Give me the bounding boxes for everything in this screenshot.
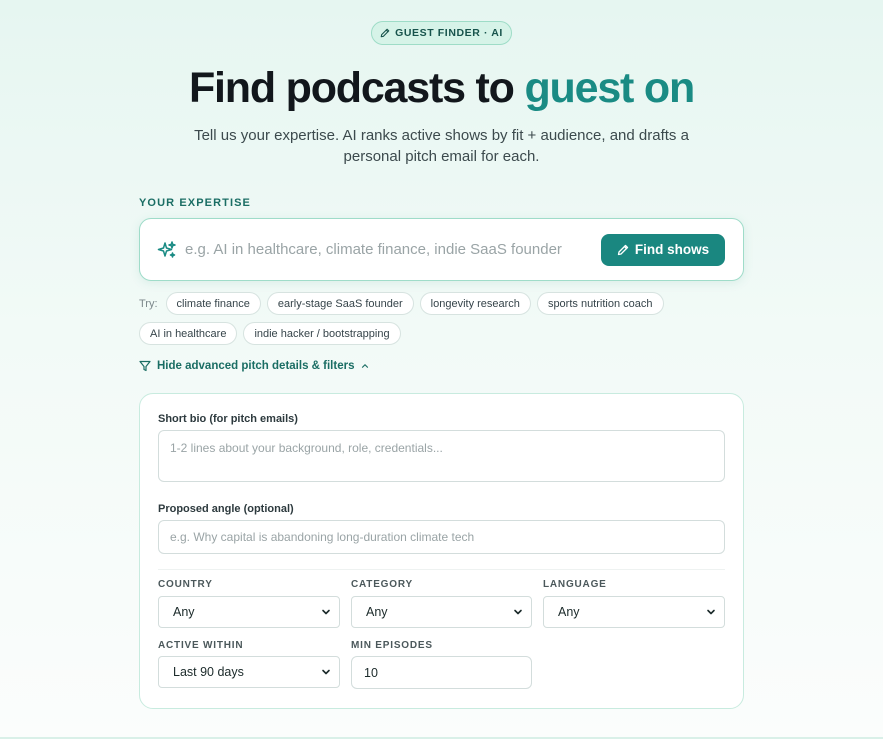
- try-label: Try:: [139, 297, 158, 310]
- category-select[interactable]: Any: [351, 596, 532, 628]
- expertise-input[interactable]: [185, 241, 601, 258]
- language-label: LANGUAGE: [543, 579, 607, 590]
- angle-label: Proposed angle (optional): [158, 503, 294, 515]
- pencil-icon: [380, 28, 390, 38]
- min-episodes-label: MIN EPISODES: [351, 640, 433, 651]
- country-select[interactable]: Any: [158, 596, 340, 628]
- title-main: Find podcasts to: [188, 64, 525, 112]
- bio-textarea[interactable]: [158, 430, 725, 482]
- category-label: CATEGORY: [351, 579, 413, 590]
- suggestion-chip[interactable]: indie hacker / bootstrapping: [243, 322, 401, 345]
- find-shows-button[interactable]: Find shows: [601, 233, 725, 266]
- badge-label: GUEST FINDER · AI: [395, 27, 503, 39]
- language-value: Any: [558, 605, 580, 619]
- chevron-down-icon: [514, 609, 522, 615]
- suggestion-chip[interactable]: longevity research: [419, 292, 531, 315]
- angle-input[interactable]: [158, 520, 725, 554]
- suggestion-chip[interactable]: AI in healthcare: [139, 322, 238, 345]
- expertise-section-label: YOUR EXPERTISE: [139, 197, 251, 209]
- bio-label: Short bio (for pitch emails): [158, 413, 298, 425]
- advanced-filters-toggle[interactable]: Hide advanced pitch details & filters: [139, 358, 370, 374]
- suggestion-chip[interactable]: climate finance: [165, 292, 261, 315]
- country-value: Any: [173, 605, 195, 619]
- suggestion-chip[interactable]: early-stage SaaS founder: [266, 292, 414, 315]
- language-select[interactable]: Any: [543, 596, 725, 628]
- pencil-icon: [617, 244, 629, 255]
- category-value: Any: [366, 605, 388, 619]
- panel-divider: [158, 569, 725, 570]
- active-within-label: ACTIVE WITHIN: [158, 640, 244, 651]
- active-within-select[interactable]: Last 90 days: [158, 656, 340, 688]
- chevron-down-icon: [322, 609, 330, 615]
- page-subtitle: Tell us your expertise. AI ranks active …: [194, 127, 689, 165]
- sparkles-icon: [157, 240, 176, 258]
- guest-finder-badge: GUEST FINDER · AI: [371, 21, 512, 45]
- find-shows-label: Find shows: [634, 242, 710, 257]
- expertise-search-box: Find shows: [139, 218, 744, 281]
- suggestion-chips: Try: climate finance early-stage SaaS fo…: [139, 292, 744, 345]
- advanced-toggle-label: Hide advanced pitch details & filters: [157, 360, 355, 372]
- chevron-down-icon: [707, 609, 715, 615]
- country-label: COUNTRY: [158, 579, 213, 590]
- chevron-down-icon: [322, 669, 330, 675]
- advanced-panel: Short bio (for pitch emails) Proposed an…: [139, 393, 744, 709]
- chevron-up-icon: [362, 364, 369, 368]
- active-within-value: Last 90 days: [173, 665, 244, 679]
- min-episodes-input[interactable]: [351, 656, 532, 689]
- page-title: Find podcasts to guest on: [0, 64, 883, 113]
- title-accent: guest on: [524, 64, 695, 112]
- suggestion-chip[interactable]: sports nutrition coach: [536, 292, 664, 315]
- filter-icon: [139, 360, 151, 372]
